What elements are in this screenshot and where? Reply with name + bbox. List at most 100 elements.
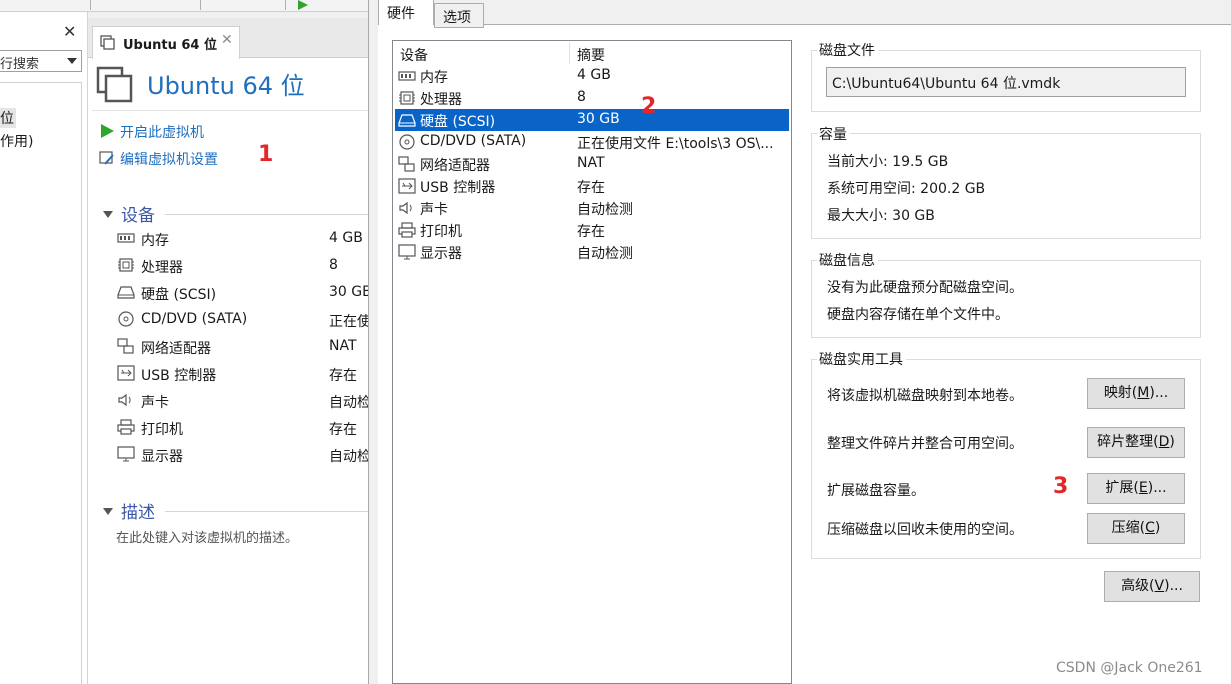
column-header-device[interactable]: 设备 <box>400 45 428 65</box>
description-section-header[interactable]: 描述 <box>103 498 155 523</box>
device-row[interactable]: 打印机 存在 <box>117 417 368 439</box>
device-row[interactable]: 声卡 自动检 <box>117 390 368 412</box>
advanced-button-key: V <box>1154 578 1165 594</box>
library-tree <box>0 82 82 684</box>
hardware-row[interactable]: 声卡 自动检测 <box>395 197 789 219</box>
device-name: 网络适配器 <box>141 341 211 357</box>
device-row[interactable]: USB 控制器 存在 <box>117 363 368 385</box>
hardware-name: 处理器 <box>420 92 462 108</box>
cpu-icon <box>398 90 416 106</box>
device-value: 30 GB <box>329 284 368 300</box>
hardware-name: 打印机 <box>420 224 462 240</box>
column-separator[interactable] <box>569 42 570 64</box>
device-row[interactable]: CD/DVD (SATA) 正在使 <box>117 309 368 331</box>
hardware-summary: 4 GB <box>577 67 611 83</box>
tab-hardware[interactable]: 硬件 <box>378 0 434 25</box>
library-search-text: 行搜索 <box>0 57 40 72</box>
edit-settings-icon <box>99 150 115 166</box>
hardware-row[interactable]: 网络适配器 NAT <box>395 153 789 175</box>
edit-vm-settings-link[interactable]: 编辑虚拟机设置 <box>99 149 218 169</box>
memory-icon <box>398 68 416 84</box>
hardware-name: CD/DVD (SATA) <box>420 133 527 149</box>
vm-icon <box>96 66 134 104</box>
library-item-shared[interactable]: 作用) <box>0 131 33 151</box>
collapse-triangle-icon <box>103 508 113 515</box>
hardware-row[interactable]: USB 控制器 存在 <box>395 175 789 197</box>
map-button-suffix: )... <box>1149 385 1169 401</box>
power-on-toolbar-icon[interactable] <box>298 0 308 10</box>
description-heading: 描述 <box>121 503 155 523</box>
hardware-summary: NAT <box>577 155 605 171</box>
divider <box>92 110 368 111</box>
chevron-down-icon[interactable] <box>67 58 77 64</box>
hardware-row[interactable]: 处理器 8 <box>395 87 789 109</box>
display-icon <box>117 446 135 462</box>
hardware-summary: 30 GB <box>577 111 620 127</box>
hardware-summary: 8 <box>577 89 586 105</box>
device-value: 自动检 <box>329 449 368 465</box>
disk-utilities-title: 磁盘实用工具 <box>817 349 906 369</box>
close-icon[interactable]: ✕ <box>63 22 76 41</box>
defragment-button[interactable]: 碎片整理(D) <box>1087 427 1185 458</box>
expand-button[interactable]: 扩展(E)... <box>1087 473 1185 504</box>
edit-settings-label: 编辑虚拟机设置 <box>120 152 218 168</box>
description-placeholder[interactable]: 在此处键入对该虚拟机的描述。 <box>116 527 298 546</box>
cd-dvd-icon <box>117 311 135 327</box>
device-row[interactable]: 硬盘 (SCSI) 30 GB <box>117 282 368 304</box>
disk-info-group <box>811 260 1201 338</box>
usb-icon <box>398 178 416 194</box>
close-icon[interactable]: ✕ <box>221 32 233 48</box>
hardware-row[interactable]: CD/DVD (SATA) 正在使用文件 E:\tools\3 OS\... <box>395 131 789 153</box>
device-value: NAT <box>329 338 357 354</box>
device-row[interactable]: 处理器 8 <box>117 255 368 277</box>
hardware-name: 网络适配器 <box>420 158 490 174</box>
device-value: 存在 <box>329 368 357 384</box>
map-button[interactable]: 映射(M)... <box>1087 378 1185 409</box>
map-button-label: 映射( <box>1103 385 1138 401</box>
library-item-ubuntu[interactable]: 位 <box>0 108 16 128</box>
disk-file-title: 磁盘文件 <box>817 40 878 60</box>
hardware-row[interactable]: 打印机 存在 <box>395 219 789 241</box>
device-name: USB 控制器 <box>141 368 217 384</box>
capacity-title: 容量 <box>817 124 850 144</box>
hardware-row-selected[interactable]: 硬盘 (SCSI) 30 GB <box>395 109 789 131</box>
advanced-button-label: 高级( <box>1121 578 1155 594</box>
disk-info-line-2: 硬盘内容存储在单个文件中。 <box>827 307 1009 323</box>
defrag-button-suffix: ) <box>1169 434 1175 450</box>
device-row[interactable]: 内存 4 GB <box>117 228 368 250</box>
hard-disk-icon <box>398 112 416 128</box>
defrag-button-label: 碎片整理( <box>1097 434 1159 450</box>
sound-card-icon <box>398 200 416 216</box>
device-row[interactable]: 显示器 自动检 <box>117 444 368 466</box>
tab-ubuntu-64[interactable]: Ubuntu 64 位 ✕ <box>92 26 240 59</box>
device-value: 存在 <box>329 422 357 438</box>
capacity-current: 当前大小: 19.5 GB <box>827 154 949 170</box>
tab-label: Ubuntu 64 位 <box>123 38 217 53</box>
defrag-button-key: D <box>1158 434 1170 450</box>
devices-section-header[interactable]: 设备 <box>103 201 155 226</box>
library-search-input[interactable]: 行搜索 <box>0 50 82 72</box>
device-row[interactable]: 网络适配器 NAT <box>117 336 368 358</box>
sound-card-icon <box>117 392 135 408</box>
hardware-name: 内存 <box>420 70 448 86</box>
device-value: 正在使 <box>329 314 368 330</box>
memory-icon <box>117 230 135 246</box>
divider <box>165 511 368 512</box>
hardware-summary: 存在 <box>577 224 605 240</box>
cd-dvd-icon <box>398 134 416 150</box>
compact-description: 压缩磁盘以回收未使用的空间。 <box>827 522 1023 538</box>
hardware-summary: 存在 <box>577 180 605 196</box>
divider <box>165 214 368 215</box>
hardware-row[interactable]: 内存 4 GB <box>395 65 789 87</box>
tab-options[interactable]: 选项 <box>434 3 484 28</box>
device-name: CD/DVD (SATA) <box>141 311 248 327</box>
hardware-name: 硬盘 (SCSI) <box>420 114 496 130</box>
advanced-button[interactable]: 高级(V)... <box>1104 571 1200 602</box>
compact-button[interactable]: 压缩(C) <box>1087 513 1185 544</box>
disk-file-path-field[interactable]: C:\Ubuntu64\Ubuntu 64 位.vmdk <box>826 67 1186 97</box>
device-name: 打印机 <box>141 422 183 438</box>
column-header-summary[interactable]: 摘要 <box>577 45 605 65</box>
hardware-row[interactable]: 显示器 自动检测 <box>395 241 789 263</box>
play-icon <box>99 123 115 139</box>
power-on-vm-link[interactable]: 开启此虚拟机 <box>101 122 204 142</box>
